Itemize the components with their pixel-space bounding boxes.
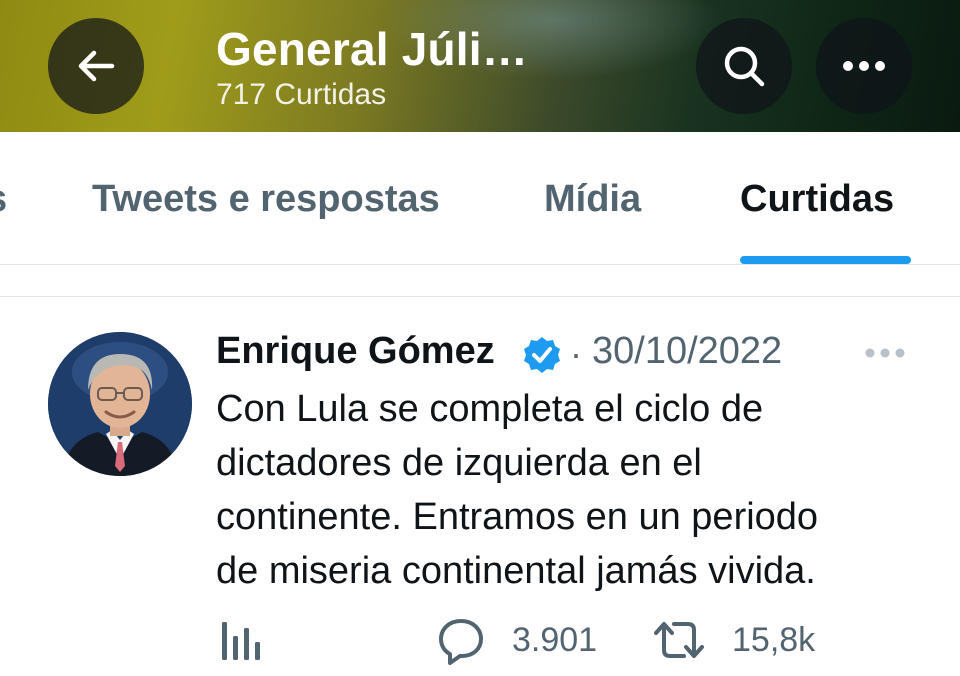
- tab-media[interactable]: Mídia: [544, 178, 641, 221]
- profile-header: General Júli… 717 Curtidas: [0, 0, 960, 132]
- search-icon: [724, 46, 765, 87]
- retweet-count: 15,8k: [732, 621, 816, 659]
- tweet-text: Con Lula se completa el ciclo de dictado…: [216, 382, 936, 598]
- tweet-date[interactable]: 30/10/2022: [592, 330, 782, 373]
- tweet-text-line: de miseria continental jamás vivida.: [216, 550, 816, 592]
- active-tab-indicator: [740, 256, 911, 264]
- reply-count: 3.901: [512, 621, 598, 659]
- tab-tweets-and-replies[interactable]: Tweets e respostas: [92, 178, 440, 221]
- more-horizontal-icon: [843, 61, 885, 71]
- avatar-portrait: [48, 332, 192, 476]
- tweet-text-line: continente. Entramos en un periodo: [216, 496, 819, 538]
- retweet-icon[interactable]: [652, 618, 706, 662]
- tweet-author-name[interactable]: Enrique Gómez: [216, 330, 495, 373]
- tab-likes[interactable]: Curtidas: [740, 178, 894, 221]
- reply-bubble-icon[interactable]: [436, 616, 486, 666]
- profile-name: General Júli…: [216, 23, 528, 75]
- profile-tabs: s Tweets e respostas Mídia Curtidas: [0, 132, 960, 265]
- tweet-more-icon[interactable]: [860, 336, 910, 370]
- likes-count: 717 Curtidas: [216, 78, 387, 111]
- meta-separator: ·: [570, 333, 582, 374]
- search-button[interactable]: [696, 18, 792, 114]
- views-bar-chart-icon[interactable]: [218, 618, 266, 662]
- arrow-left-icon: [78, 50, 115, 82]
- verified-badge-icon: [524, 337, 560, 373]
- more-options-button[interactable]: [816, 18, 912, 114]
- tab-tweets[interactable]: s: [0, 178, 7, 221]
- section-divider: [0, 296, 960, 297]
- tweet-text-line: Con Lula se completa el ciclo de: [216, 388, 764, 430]
- avatar[interactable]: [48, 332, 192, 476]
- tweet-text-line: dictadores de izquierda en el: [216, 442, 702, 484]
- back-button[interactable]: [48, 18, 144, 114]
